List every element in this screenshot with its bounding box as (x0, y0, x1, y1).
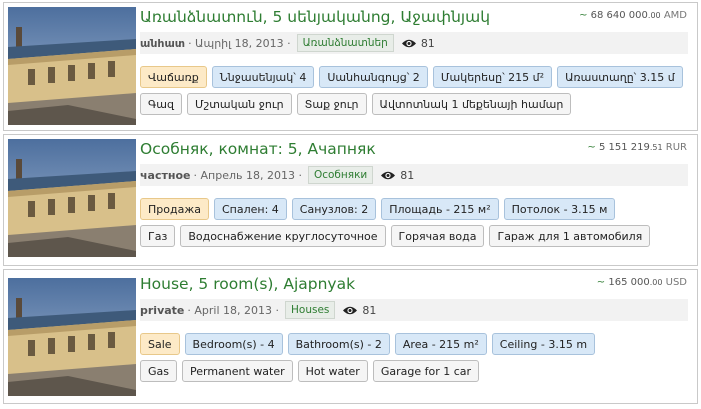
listing-meta-bar: частное · Апрель 18, 2013 · Особняки 81 (140, 164, 688, 186)
eye-icon (342, 305, 358, 316)
feature-tag[interactable]: Bedroom(s) - 4 (184, 333, 283, 355)
owner-type: անհատ (140, 36, 186, 50)
feature-tag[interactable]: Սանհանգույց՝ 2 (319, 66, 428, 88)
amenity-tag[interactable]: Ավտոտնակ 1 մեքենայի համար (371, 93, 572, 115)
tags-row-amenities: Газ Водоснабжение круглосуточное Горячая в… (140, 225, 651, 247)
price-cents: .51 (649, 143, 663, 152)
listing-title[interactable]: House, 5 room(s), Ajapnyak (140, 275, 355, 293)
price-value: 165 000 (608, 277, 650, 288)
listing-date: · April 18, 2013 · (187, 303, 279, 317)
trend-arrow-icon: ~ (579, 10, 588, 21)
feature-tag[interactable]: Санузлов: 2 (291, 198, 377, 220)
listing-date: · Ապրիլ 18, 2013 · (188, 36, 291, 50)
deal-type-tag[interactable]: Sale (140, 333, 180, 355)
owner-type: private (140, 303, 185, 317)
price-currency: RUR (665, 142, 687, 153)
price-currency: AMD (663, 10, 687, 21)
deal-type-tag[interactable]: Վաճառք (140, 66, 207, 88)
amenity-tag[interactable]: Горячая вода (390, 225, 485, 247)
tags-row-amenities: Gas Permanent water Hot water Garage for 1 … (140, 360, 480, 382)
listing-card[interactable]: Առանձնատուն, 5 սենյականոց, Աջափնյակ ~ 68… (3, 2, 698, 131)
feature-tag[interactable]: Площадь - 215 м² (381, 198, 499, 220)
category-link[interactable]: Houses (285, 301, 336, 319)
price-currency: USD (665, 277, 687, 288)
amenity-tag[interactable]: Газ (140, 225, 176, 247)
amenity-tag[interactable]: Գազ (140, 93, 182, 115)
listing-card[interactable]: House, 5 room(s), Ajapnyak ~ 165 000.00 … (3, 269, 698, 404)
amenity-tag[interactable]: Hot water (297, 360, 368, 382)
tags-row-primary: Продажа Спален: 4 Санузлов: 2 Площадь - 215… (140, 198, 616, 220)
price-value: 5 151 219 (598, 142, 650, 153)
listing-photo[interactable] (8, 139, 136, 257)
listing-title[interactable]: Особняк, комнат: 5, Ачапняк (140, 140, 376, 158)
amenity-tag[interactable]: Gas (140, 360, 177, 382)
price-cents: .00 (647, 11, 661, 20)
listing-card[interactable]: Особняк, комнат: 5, Ачапняк ~ 5 151 219.… (3, 134, 698, 266)
trend-arrow-icon: ~ (596, 277, 606, 288)
view-count: 81 (420, 36, 435, 50)
feature-tag[interactable]: Ceiling - 3.15 m (491, 333, 596, 355)
amenity-tag[interactable]: Гараж для 1 автомобиля (489, 225, 651, 247)
amenity-tag[interactable]: Garage for 1 car (372, 360, 480, 382)
price-cents: .00 (649, 278, 663, 287)
feature-tag[interactable]: Bathroom(s) - 2 (287, 333, 390, 355)
price-value: 68 640 000 (590, 10, 648, 21)
amenity-tag[interactable]: Водоснабжение круглосуточное (180, 225, 386, 247)
listing-meta-bar: private · April 18, 2013 · Houses 81 (140, 299, 688, 321)
eye-icon (401, 38, 417, 49)
feature-tag[interactable]: Спален: 4 (213, 198, 287, 220)
tags-row-primary: Վաճառք Ննջասենյակ՝ 4 Սանհանգույց՝ 2 Մակերես… (140, 66, 683, 88)
amenity-tag[interactable]: Մշտական ջուր (187, 93, 292, 115)
feature-tag[interactable]: Ննջասենյակ՝ 4 (211, 66, 315, 88)
listing-photo[interactable] (8, 7, 136, 125)
listing-photo[interactable] (8, 278, 136, 396)
listing-title[interactable]: Առանձնատուն, 5 սենյականոց, Աջափնյակ (140, 8, 490, 26)
listing-price: ~ 68 640 000.00 AMD (579, 10, 687, 21)
feature-tag[interactable]: Потолок - 3.15 м (503, 198, 616, 220)
house-photo-svg (8, 139, 136, 257)
listing-meta-bar: անհատ · Ապրիլ 18, 2013 · Առանձնատներ 81 (140, 32, 688, 54)
category-link[interactable]: Особняки (307, 166, 374, 184)
house-photo-svg (8, 278, 136, 396)
deal-type-tag[interactable]: Продажа (140, 198, 209, 220)
feature-tag[interactable]: Area - 215 m² (394, 333, 487, 355)
amenity-tag[interactable]: Տաք ջուր (296, 93, 367, 115)
category-link[interactable]: Առանձնատներ (296, 34, 394, 52)
eye-icon (380, 170, 396, 181)
trend-arrow-icon: ~ (587, 142, 596, 153)
view-count: 81 (400, 168, 415, 182)
feature-tag[interactable]: Մակերեսը՝ 215 մ² (432, 66, 553, 88)
feature-tag[interactable]: Առաստաղը՝ 3.15 մ (557, 66, 683, 88)
tags-row-primary: Sale Bedroom(s) - 4 Bathroom(s) - 2 Area - … (140, 333, 596, 355)
amenity-tag[interactable]: Permanent water (182, 360, 293, 382)
listing-price: ~ 165 000.00 USD (597, 277, 687, 288)
view-count: 81 (362, 303, 377, 317)
listing-date: · Апрель 18, 2013 · (193, 168, 302, 182)
house-photo-svg (8, 7, 136, 125)
tags-row-amenities: Գազ Մշտական ջուր Տաք ջուր Ավտոտնակ 1 մեքենա… (140, 93, 572, 115)
listing-price: ~ 5 151 219.51 RUR (587, 142, 687, 153)
owner-type: частное (140, 168, 191, 182)
